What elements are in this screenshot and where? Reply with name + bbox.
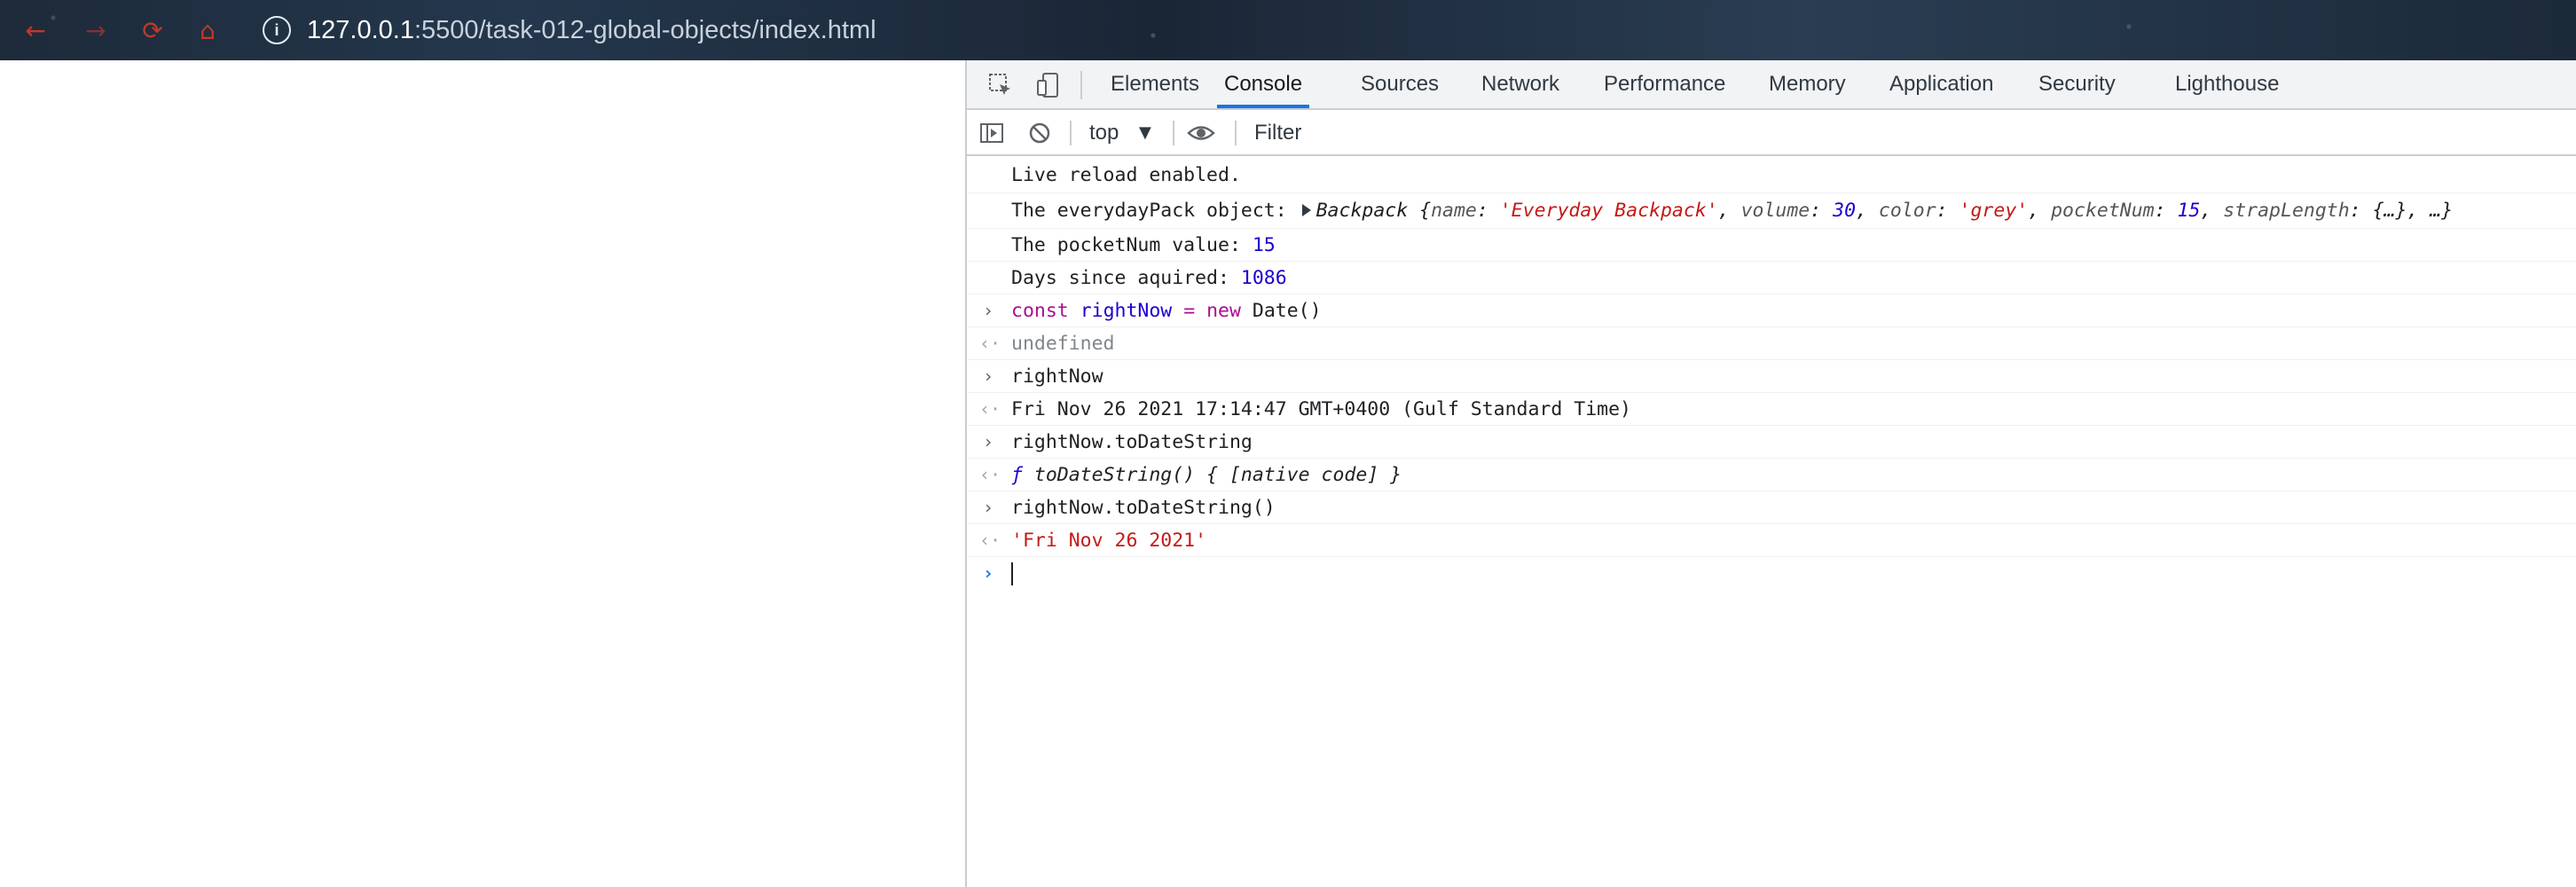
result-text: undefined: [1011, 333, 1115, 355]
tab-separator: [1080, 71, 1082, 99]
context-selector[interactable]: top: [1089, 119, 1119, 147]
prop-key: volume: [1740, 200, 1810, 222]
clear-console-icon[interactable]: [1024, 117, 1056, 149]
console-output: Live reload enabled. The everydayPack ob…: [967, 158, 2576, 590]
expression: Date(): [1252, 300, 1322, 322]
url-host: 127.0.0.1: [307, 16, 414, 44]
log-label: The everydayPack object:: [1011, 200, 1299, 222]
input-text: rightNow.toDateString: [1011, 431, 1253, 453]
console-result-line: ‹· 'Fri Nov 26 2021': [967, 524, 2576, 557]
log-label: Days since aquired:: [1011, 267, 1241, 289]
chevron-down-icon[interactable]: ▼: [1139, 119, 1151, 147]
console-input-line: › rightNow: [967, 360, 2576, 393]
tab-security[interactable]: Security: [2038, 60, 2116, 108]
input-prompt-icon: ›: [982, 431, 994, 452]
log-text: Live reload enabled.: [1011, 164, 1241, 186]
browser-toolbar: ← → ⟳ ⌂ i 127.0.0.1:5500/task-012-global…: [0, 0, 2576, 60]
tab-lighthouse[interactable]: Lighthouse: [2175, 60, 2279, 108]
function-body: toDateString() { [native code] }: [1033, 464, 1402, 486]
console-input-line: › const rightNow = new Date(): [967, 294, 2576, 327]
log-text: The everydayPack object: Backpack {name:…: [1011, 200, 2454, 222]
tab-memory[interactable]: Memory: [1769, 60, 1846, 108]
prop-value: 'Everyday Backpack': [1499, 200, 1718, 222]
tab-elements[interactable]: Elements: [1111, 60, 1199, 108]
operator: =: [1183, 300, 1196, 322]
devtools-panel: Elements Console Sources Network Perform…: [965, 60, 2576, 887]
prompt-chevron-icon: ›: [982, 562, 994, 584]
result-text: 'Fri Nov 26 2021': [1011, 530, 1207, 552]
reload-icon[interactable]: ⟳: [135, 12, 170, 48]
variable: rightNow: [1080, 300, 1173, 322]
input-prompt-icon: ›: [982, 365, 994, 387]
filter-input[interactable]: [1247, 115, 2060, 151]
function-glyph: ƒ: [1011, 464, 1023, 486]
input-prompt-icon: ›: [982, 497, 994, 518]
toolbar-separator: [1235, 121, 1237, 145]
result-arrow-icon: ‹·: [979, 530, 1001, 551]
console-log-line: The everydayPack object: Backpack {name:…: [967, 193, 2576, 229]
keyword: new: [1206, 300, 1241, 322]
console-result-line: ‹· ƒ toDateString() { [native code] }: [967, 459, 2576, 491]
back-arrow-icon[interactable]: ←: [18, 12, 53, 48]
tab-sources[interactable]: Sources: [1361, 60, 1439, 108]
console-log-line: Live reload enabled.: [967, 158, 2576, 193]
home-icon[interactable]: ⌂: [190, 12, 225, 48]
toolbar-separator: [1173, 121, 1174, 145]
result-arrow-icon: ‹·: [979, 464, 1001, 485]
prop-value: 30: [1833, 200, 1857, 222]
console-result-line: ‹· undefined: [967, 327, 2576, 360]
prop-key: strapLength: [2223, 200, 2350, 222]
prop-key: name: [1431, 200, 1477, 222]
tab-performance[interactable]: Performance: [1604, 60, 1725, 108]
devtools-tab-bar: Elements Console Sources Network Perform…: [967, 60, 2576, 110]
keyword: const: [1011, 300, 1069, 322]
console-log-line: Days since aquired: 1086: [967, 262, 2576, 294]
console-result-line: ‹· Fri Nov 26 2021 17:14:47 GMT+0400 (Gu…: [967, 393, 2576, 426]
log-text: Days since aquired: 1086: [1011, 262, 1287, 294]
input-text: rightNow: [1011, 365, 1103, 388]
input-text: const rightNow = new Date(): [1011, 294, 1322, 327]
result-text: Fri Nov 26 2021 17:14:47 GMT+0400 (Gulf …: [1011, 398, 1631, 420]
prop-key: color: [1878, 200, 1936, 222]
result-arrow-icon: ‹·: [979, 398, 1001, 420]
site-info-icon[interactable]: i: [263, 16, 291, 44]
object-class[interactable]: Backpack: [1316, 200, 1409, 222]
console-prompt[interactable]: ›: [967, 557, 2576, 590]
log-number: 1086: [1240, 267, 1287, 289]
page-viewport: [0, 60, 965, 887]
input-prompt-icon: ›: [982, 300, 994, 321]
object-brace: {: [1408, 200, 1432, 222]
console-input-line: › rightNow.toDateString: [967, 426, 2576, 459]
inspect-element-icon[interactable]: [985, 69, 1017, 101]
log-number: 15: [1252, 234, 1276, 256]
address-bar[interactable]: 127.0.0.1:5500/task-012-global-objects/i…: [307, 12, 876, 48]
result-arrow-icon: ‹·: [979, 333, 1001, 354]
console-log-line: The pocketNum value: 15: [967, 229, 2576, 262]
log-text: The pocketNum value: 15: [1011, 229, 1276, 262]
prop-key: pocketNum: [2051, 200, 2155, 222]
console-toolbar: top ▼: [967, 110, 2576, 156]
prop-value: 'grey': [1959, 200, 2029, 222]
prop-value: 15: [2177, 200, 2201, 222]
tab-network[interactable]: Network: [1481, 60, 1559, 108]
device-toolbar-icon[interactable]: [1033, 69, 1064, 101]
toolbar-separator: [1070, 121, 1072, 145]
tab-console[interactable]: Console: [1217, 60, 1310, 108]
log-label: The pocketNum value:: [1011, 234, 1253, 256]
input-text: rightNow.toDateString(): [1011, 497, 1276, 519]
live-expression-eye-icon[interactable]: [1185, 117, 1217, 149]
object-tail: , …}: [2407, 200, 2454, 222]
console-input-line: › rightNow.toDateString(): [967, 491, 2576, 524]
expand-triangle-icon[interactable]: [1301, 204, 1311, 216]
tab-application[interactable]: Application: [1889, 60, 1993, 108]
text-cursor: [1011, 562, 1013, 585]
result-text: ƒ toDateString() { [native code] }: [1011, 459, 1402, 491]
sidebar-toggle-icon[interactable]: [976, 117, 1008, 149]
forward-arrow-icon[interactable]: →: [78, 12, 114, 48]
url-path: :5500/task-012-global-objects/index.html: [413, 16, 876, 44]
prop-value: {…}: [2372, 200, 2407, 222]
